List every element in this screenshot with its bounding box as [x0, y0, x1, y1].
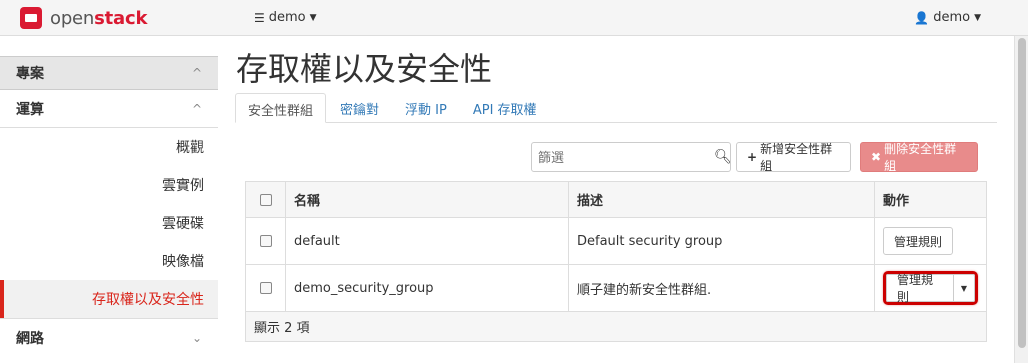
tab-floating-ips[interactable]: 浮動 IP: [393, 93, 459, 123]
logo-text: openstack: [50, 7, 148, 29]
tab-bar: 安全性群組 密鑰對 浮動 IP API 存取權: [235, 93, 997, 123]
sidebar-item-volumes[interactable]: 雲硬碟: [0, 204, 218, 242]
sidebar-item-instances[interactable]: 雲實例: [0, 166, 218, 204]
openstack-logo-icon: [20, 7, 42, 29]
user-menu[interactable]: 👤 demo ▼: [914, 10, 981, 25]
plus-icon: +: [747, 150, 758, 164]
row-checkbox[interactable]: [259, 282, 272, 294]
project-picker[interactable]: ☰ demo ▼: [254, 10, 317, 25]
manage-rules-split-button: 管理規則 ▼: [883, 271, 978, 305]
sidebar-section-label: 網路: [16, 330, 44, 347]
column-header-description[interactable]: 描述: [568, 181, 875, 218]
filter-input[interactable]: [532, 143, 714, 171]
select-all-checkbox[interactable]: [259, 193, 272, 206]
caret-down-icon[interactable]: ▼: [953, 274, 975, 302]
group-name: demo_security_group: [285, 264, 569, 312]
create-security-group-button[interactable]: + 新增安全性群組: [736, 142, 851, 173]
table-footer-row: 顯示 2 項: [245, 311, 987, 342]
tab-security-groups[interactable]: 安全性群組: [235, 93, 327, 123]
page-title: 存取權以及安全性: [236, 50, 493, 88]
user-name: demo: [933, 10, 971, 25]
column-header-actions: 動作: [874, 181, 987, 218]
manage-rules-button[interactable]: 管理規則: [883, 227, 954, 255]
security-groups-table: 名稱 描述 動作 default Default security group …: [245, 181, 987, 342]
sidebar-item-images[interactable]: 映像檔: [0, 242, 218, 280]
chevron-down-icon: ⌄: [191, 330, 202, 345]
project-name: demo: [268, 10, 306, 25]
table-row: demo_security_group 順子建的新安全性群組. 管理規則 ▼: [245, 264, 987, 312]
user-icon: 👤: [914, 10, 930, 25]
row-actions: 管理規則 ▼: [874, 264, 987, 312]
row-actions: 管理規則: [874, 217, 987, 265]
tab-api-access[interactable]: API 存取權: [461, 93, 549, 123]
list-icon: ☰: [254, 10, 265, 25]
tab-key-pairs[interactable]: 密鑰對: [328, 93, 391, 123]
openstack-logo[interactable]: openstack: [20, 6, 147, 30]
sidebar-section-label: 專案: [16, 66, 44, 82]
scrollbar-thumb[interactable]: [1018, 38, 1026, 348]
caret-down-icon: ▼: [974, 12, 981, 23]
sidebar-item-access-security[interactable]: 存取權以及安全性: [0, 280, 218, 318]
group-description: 順子建的新安全性群組.: [568, 264, 875, 312]
chevron-up-icon: ^: [191, 66, 202, 80]
row-select-cell: [245, 264, 286, 312]
item-count: 顯示 2 項: [245, 311, 987, 342]
sidebar-section-compute[interactable]: 運算 ^: [0, 90, 218, 128]
top-navbar: openstack ☰ demo ▼ 👤 demo ▼: [0, 0, 1028, 36]
sidebar-section-label: 運算: [16, 101, 44, 118]
row-checkbox[interactable]: [259, 235, 272, 247]
page-scrollbar[interactable]: [1014, 36, 1028, 363]
sidebar-section-project[interactable]: 專案 ^: [0, 56, 218, 90]
close-icon: ✖: [871, 150, 882, 164]
chevron-up-icon: ^: [191, 101, 202, 116]
group-name: default: [285, 217, 569, 265]
group-description: Default security group: [568, 217, 875, 265]
row-select-cell: [245, 217, 286, 265]
search-icon[interactable]: 🔍︎: [714, 149, 732, 165]
caret-down-icon: ▼: [309, 12, 317, 23]
column-header-name[interactable]: 名稱: [285, 181, 569, 218]
select-all-cell: [245, 181, 286, 218]
table-header-row: 名稱 描述 動作: [245, 181, 987, 218]
sidebar-section-network[interactable]: 網路 ⌄: [0, 318, 218, 356]
table-row: default Default security group 管理規則: [245, 217, 987, 265]
manage-rules-button[interactable]: 管理規則: [886, 273, 954, 304]
sidebar: 專案 ^ 運算 ^ 概觀 雲實例 雲硬碟 映像檔 存取權以及安全性 網路 ⌄: [0, 36, 218, 363]
sidebar-item-overview[interactable]: 概觀: [0, 128, 218, 166]
delete-security-groups-button[interactable]: ✖ 刪除安全性群組: [860, 142, 978, 173]
filter-box: 🔍︎: [531, 142, 732, 172]
